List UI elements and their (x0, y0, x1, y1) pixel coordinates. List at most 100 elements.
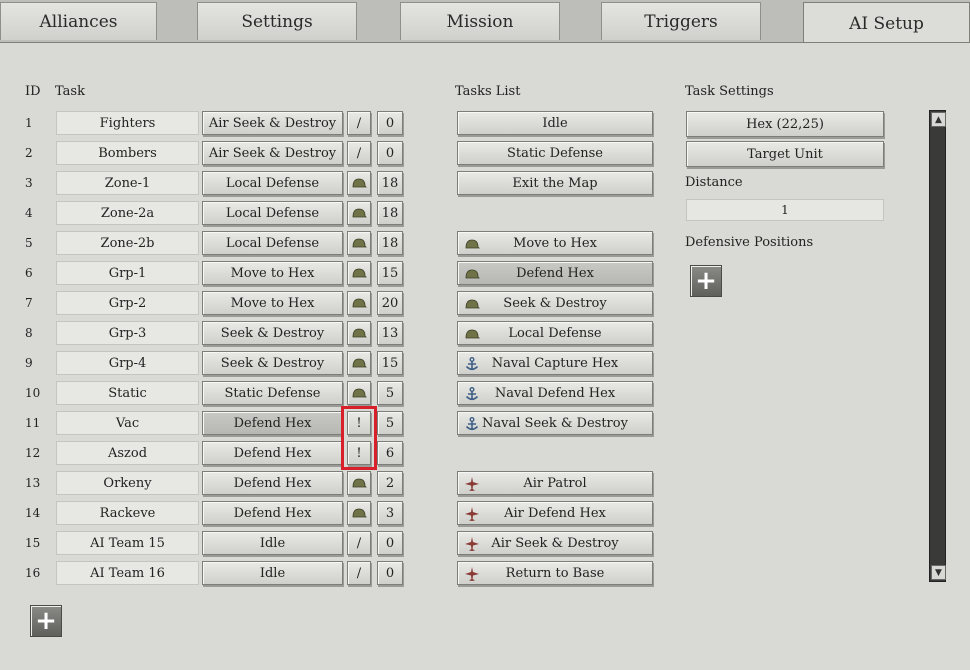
team-name[interactable]: Fighters (56, 111, 199, 135)
slash-glyph: / (356, 115, 362, 131)
team-name[interactable]: AI Team 15 (56, 531, 199, 555)
row-id: 10 (25, 386, 41, 400)
task-button[interactable]: Defend Hex (202, 441, 343, 465)
tab-ai-setup[interactable]: AI Setup (803, 2, 970, 44)
scroll-down-icon[interactable]: ▼ (931, 565, 946, 580)
distance-label: Distance (685, 175, 743, 190)
team-name[interactable]: Vac (56, 411, 199, 435)
helmet-icon[interactable] (347, 321, 371, 345)
exclaim-icon[interactable]: ! (347, 411, 371, 435)
team-name[interactable]: Orkeny (56, 471, 199, 495)
unit-count: 18 (377, 171, 403, 195)
slash-icon[interactable]: / (347, 111, 371, 135)
helmet-icon[interactable] (347, 471, 371, 495)
task-option-move-to-hex[interactable]: Move to Hex (457, 231, 653, 255)
task-option-naval-defend-hex[interactable]: Naval Defend Hex (457, 381, 653, 405)
task-button[interactable]: Move to Hex (202, 291, 343, 315)
task-option-naval-capture-hex[interactable]: Naval Capture Hex (457, 351, 653, 375)
team-name[interactable]: Static (56, 381, 199, 405)
team-name[interactable]: Aszod (56, 441, 199, 465)
task-option-defend-hex[interactable]: Defend Hex (457, 261, 653, 285)
add-ai-team-button[interactable]: + (30, 605, 62, 637)
task-option-air-patrol[interactable]: Air Patrol (457, 471, 653, 495)
task-button[interactable]: Defend Hex (202, 411, 343, 435)
task-button[interactable]: Air Seek & Destroy (202, 111, 343, 135)
tab-settings[interactable]: Settings (197, 2, 357, 40)
task-option-return-to-base[interactable]: Return to Base (457, 561, 653, 585)
slash-icon[interactable]: / (347, 531, 371, 555)
helmet-icon (464, 326, 480, 342)
team-name[interactable]: Bombers (56, 141, 199, 165)
helmet-icon[interactable] (347, 291, 371, 315)
scrollbar[interactable]: ▲ ▼ (929, 110, 946, 582)
task-button[interactable]: Local Defense (202, 201, 343, 225)
exclaim-glyph: ! (356, 415, 362, 431)
slash-glyph: / (356, 145, 362, 161)
helmet-icon (352, 388, 367, 398)
unit-count: 0 (377, 111, 403, 135)
team-name[interactable]: Zone-2a (56, 201, 199, 225)
task-option-air-defend-hex[interactable]: Air Defend Hex (457, 501, 653, 525)
team-name[interactable]: Grp-1 (56, 261, 199, 285)
plus-icon: + (695, 266, 717, 296)
team-name[interactable]: Zone-1 (56, 171, 199, 195)
task-button[interactable]: Local Defense (202, 231, 343, 255)
ai-setup-panel: ID Task Tasks List Task Settings 1 Fighte… (0, 42, 970, 670)
helmet-icon[interactable] (347, 171, 371, 195)
target-unit-button[interactable]: Target Unit (686, 141, 884, 167)
task-option-label: Defend Hex (516, 265, 594, 281)
tab-mission[interactable]: Mission (400, 2, 560, 40)
task-option-air-seek-destroy[interactable]: Air Seek & Destroy (457, 531, 653, 555)
exclaim-icon[interactable]: ! (347, 441, 371, 465)
row-id: 16 (25, 566, 41, 580)
distance-field[interactable]: 1 (686, 199, 884, 221)
task-option-label: Air Patrol (523, 475, 587, 491)
plane-icon (464, 536, 480, 552)
slash-icon[interactable]: / (347, 561, 371, 585)
id-header: ID (25, 84, 41, 99)
team-name[interactable]: Zone-2b (56, 231, 199, 255)
helmet-icon[interactable] (347, 381, 371, 405)
task-option-local-defense[interactable]: Local Defense (457, 321, 653, 345)
team-name[interactable]: Grp-2 (56, 291, 199, 315)
helmet-icon[interactable] (347, 351, 371, 375)
slash-icon[interactable]: / (347, 141, 371, 165)
team-name[interactable]: Grp-3 (56, 321, 199, 345)
task-button[interactable]: Air Seek & Destroy (202, 141, 343, 165)
task-button[interactable]: Static Defense (202, 381, 343, 405)
task-button[interactable]: Defend Hex (202, 471, 343, 495)
task-option-static-defense[interactable]: Static Defense (457, 141, 653, 165)
task-option-idle[interactable]: Idle (457, 111, 653, 135)
team-name[interactable]: Rackeve (56, 501, 199, 525)
helmet-icon[interactable] (347, 231, 371, 255)
tab-triggers[interactable]: Triggers (601, 2, 761, 40)
task-option-exit-the-map[interactable]: Exit the Map (457, 171, 653, 195)
task-header: Task (55, 84, 85, 99)
task-button[interactable]: Defend Hex (202, 501, 343, 525)
task-button[interactable]: Idle (202, 561, 343, 585)
helmet-icon[interactable] (347, 201, 371, 225)
scroll-up-icon[interactable]: ▲ (931, 112, 946, 127)
task-option-naval-seek-destroy[interactable]: Naval Seek & Destroy (457, 411, 653, 435)
task-option-seek-destroy[interactable]: Seek & Destroy (457, 291, 653, 315)
helmet-icon[interactable] (347, 261, 371, 285)
task-button[interactable]: Move to Hex (202, 261, 343, 285)
task-option-label: Static Defense (506, 145, 604, 161)
row-id: 7 (25, 296, 33, 310)
helmet-icon (464, 236, 480, 252)
add-defensive-position-button[interactable]: + (690, 265, 722, 297)
task-button[interactable]: Seek & Destroy (202, 321, 343, 345)
unit-count: 0 (377, 561, 403, 585)
team-name[interactable]: AI Team 16 (56, 561, 199, 585)
helmet-icon (352, 478, 367, 488)
helmet-icon[interactable] (347, 501, 371, 525)
plane-icon (464, 566, 480, 582)
task-button[interactable]: Idle (202, 531, 343, 555)
row-id: 13 (25, 476, 41, 490)
hex-button[interactable]: Hex (22,25) (686, 111, 884, 137)
task-button[interactable]: Seek & Destroy (202, 351, 343, 375)
task-button[interactable]: Local Defense (202, 171, 343, 195)
unit-count: 5 (377, 411, 403, 435)
tab-alliances[interactable]: Alliances (0, 2, 157, 40)
team-name[interactable]: Grp-4 (56, 351, 199, 375)
